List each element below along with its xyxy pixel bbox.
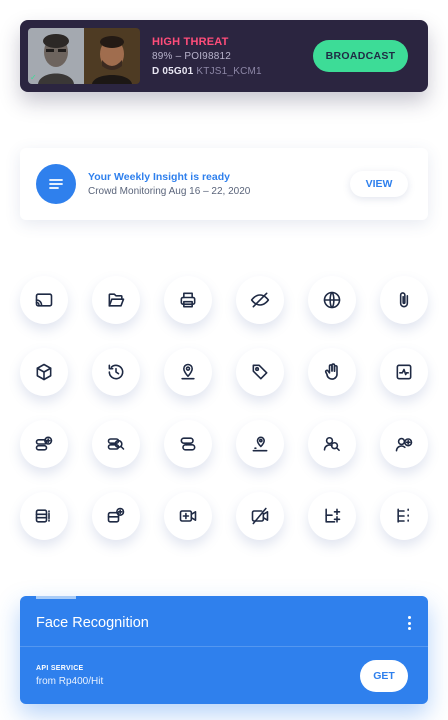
globe-icon[interactable] [308,276,356,324]
printer-icon[interactable] [164,276,212,324]
layers-add-icon[interactable] [92,492,140,540]
check-icon: ✓ [30,73,37,82]
weekly-insight-card[interactable]: Your Weekly Insight is ready Crowd Monit… [20,148,428,220]
card-tab-indicator [36,596,76,599]
face-recognition-card[interactable]: Face Recognition API SERVICE from Rp400/… [20,596,428,704]
match-percent: 89% [152,51,173,62]
eye-off-icon[interactable] [236,276,284,324]
poi-id: POI98812 [184,51,231,62]
cast-icon[interactable] [20,276,68,324]
insight-title: Your Weekly Insight is ready [88,171,230,183]
camera-code: KTJS1_KCM1 [196,66,262,77]
broadcast-button[interactable]: BROADCAST [313,40,408,72]
divider [20,646,428,647]
hierarchy-list-icon[interactable] [380,492,428,540]
folder-open-icon[interactable] [92,276,140,324]
chart-box-icon[interactable] [380,348,428,396]
threat-alert-card[interactable]: ✓ HIGH THREAT 89% – POI98812 D 05G01 KTJ… [20,20,428,92]
history-icon[interactable] [92,348,140,396]
device-id: D 05G01 [152,66,194,77]
suspect-photo-2 [84,28,140,84]
hand-pointer-icon[interactable] [308,348,356,396]
cube-icon[interactable] [20,348,68,396]
threat-level-label: HIGH THREAT [152,36,229,48]
separator: – [175,51,182,62]
insight-subtitle: Crowd Monitoring Aug 16 – 22, 2020 [88,186,251,197]
view-button[interactable]: VIEW [350,171,408,197]
tag-icon[interactable] [236,348,284,396]
user-search-icon[interactable] [308,420,356,468]
user-add-icon[interactable] [380,420,428,468]
location-pin-icon[interactable] [164,348,212,396]
get-button[interactable]: GET [360,660,408,692]
list-add-icon[interactable] [20,492,68,540]
api-service-label: API SERVICE [36,665,84,672]
server-search-icon[interactable] [92,420,140,468]
notes-icon [36,164,76,204]
more-menu-icon[interactable] [404,614,414,632]
server-add-icon[interactable] [20,420,68,468]
api-title: Face Recognition [36,615,149,631]
api-price: from Rp400/Hit [36,676,104,687]
user-pin-icon[interactable] [236,420,284,468]
video-off-icon[interactable] [236,492,284,540]
hierarchy-add-icon[interactable] [308,492,356,540]
server-icon[interactable] [164,420,212,468]
suspect-photo-1: ✓ [28,28,84,84]
video-add-icon[interactable] [164,492,212,540]
paperclip-icon[interactable] [380,276,428,324]
